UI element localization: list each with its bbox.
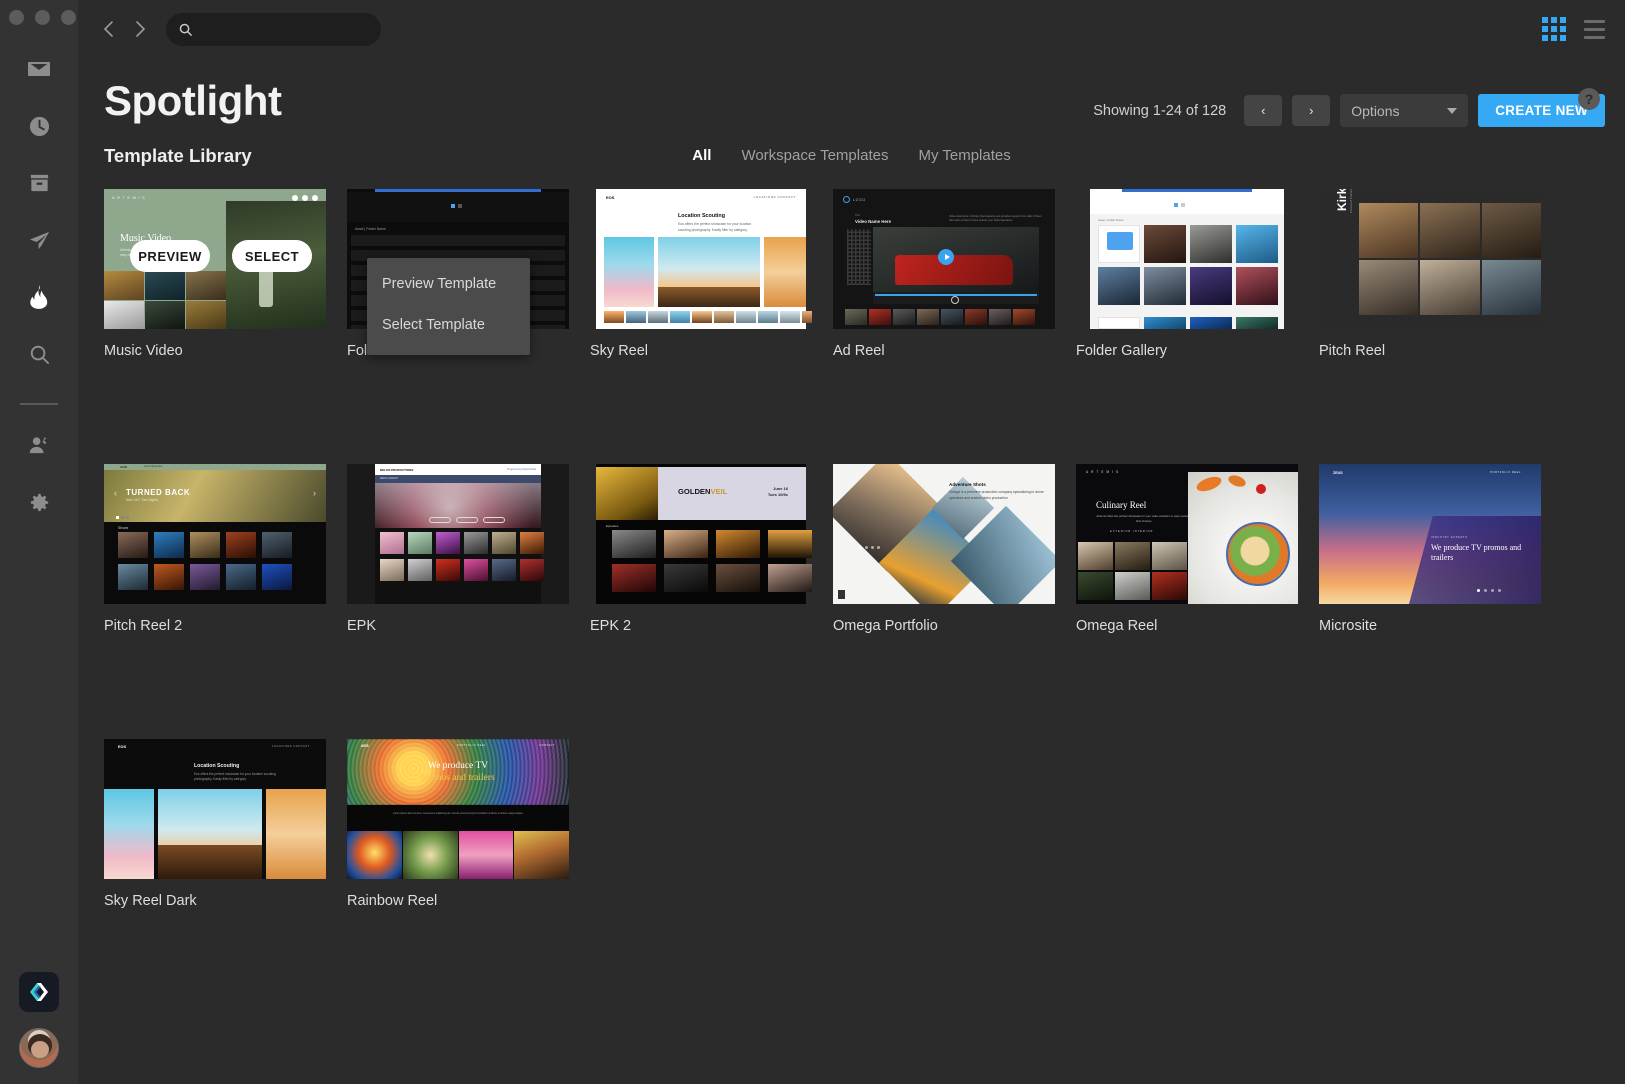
template-name: EPK 2 bbox=[590, 618, 632, 634]
send-icon[interactable] bbox=[19, 220, 59, 260]
header-controls: Showing 1-24 of 128 ‹ › Options CREATE N… bbox=[1093, 80, 1605, 127]
template-card[interactable]: ACIS Home Episodes TURNED BACK New 24/7 … bbox=[104, 464, 347, 739]
template-card[interactable]: LOGO Title Video Name Here Video descrip… bbox=[833, 189, 1076, 464]
page-title: Spotlight bbox=[104, 77, 282, 124]
grid-view-icon[interactable] bbox=[1542, 17, 1566, 41]
template-card[interactable]: Kirk Owens Portrait of Practiced Makers … bbox=[1319, 189, 1562, 464]
window-traffic-lights bbox=[0, 0, 78, 25]
app-window: Spotlight Showing 1-24 of 128 ‹ › Option… bbox=[0, 0, 1625, 1084]
template-name: Music Video bbox=[104, 343, 183, 359]
context-menu-item-select-template[interactable]: Select Template bbox=[382, 317, 530, 333]
rail-bottom-group bbox=[0, 972, 78, 1068]
select-button[interactable]: SELECT bbox=[232, 240, 312, 272]
template-card[interactable]: ZEUS PORTFOLIO REEL INDUSTRY EXPERTS We … bbox=[1319, 464, 1562, 739]
minimize-window-button[interactable] bbox=[35, 10, 50, 25]
search-box[interactable] bbox=[166, 12, 381, 46]
search-icon bbox=[178, 22, 193, 37]
rail-icon-list bbox=[0, 49, 78, 539]
library-title: Template Library bbox=[104, 145, 252, 166]
page-header: Spotlight Showing 1-24 of 128 ‹ › Option… bbox=[78, 58, 1625, 127]
template-name: Pitch Reel bbox=[1319, 343, 1386, 359]
more-dots-icon[interactable] bbox=[292, 195, 318, 201]
template-thumbnail[interactable]: ARTEMIS Culinary Reel Artemis offers the… bbox=[1076, 464, 1298, 604]
chevron-left-icon[interactable] bbox=[96, 16, 120, 42]
context-menu-item-preview-template[interactable]: Preview Template bbox=[382, 276, 530, 292]
help-icon[interactable]: ? bbox=[1578, 88, 1600, 110]
chevron-down-icon bbox=[1447, 107, 1458, 114]
template-thumbnail[interactable]: Asset › Folder Name bbox=[1076, 189, 1298, 329]
template-name: Rainbow Reel bbox=[347, 893, 438, 909]
library-tabs: All Workspace Templates My Templates bbox=[692, 147, 1010, 164]
tab-workspace-templates[interactable]: Workspace Templates bbox=[741, 147, 888, 164]
preview-button[interactable]: PREVIEW bbox=[130, 240, 210, 272]
context-menu[interactable]: Preview Template Select Template bbox=[367, 258, 530, 355]
template-name: Omega Reel bbox=[1076, 618, 1158, 634]
template-name: Sky Reel bbox=[590, 343, 649, 359]
showing-count: Showing 1-24 of 128 bbox=[1093, 102, 1227, 119]
template-thumbnail[interactable]: ARTEMIS Music Video Artemis offers the p… bbox=[104, 189, 326, 329]
archive-icon[interactable] bbox=[19, 163, 59, 203]
template-name: Folder Gallery bbox=[1076, 343, 1168, 359]
template-name: Omega Portfolio bbox=[833, 618, 938, 634]
rail-divider bbox=[20, 403, 58, 405]
template-card[interactable]: ARTEMIS Music Video Artemis offers the p… bbox=[104, 189, 347, 464]
chevron-right-icon[interactable] bbox=[128, 16, 152, 42]
template-thumbnail[interactable]: DELOS PRODUCTIONS Programming Digital Me… bbox=[347, 464, 569, 604]
nav-arrows bbox=[96, 16, 152, 42]
user-avatar[interactable] bbox=[19, 1028, 59, 1068]
close-window-button[interactable] bbox=[9, 10, 24, 25]
template-thumbnail[interactable]: EOS LOCATIONS CONTACT Location Scouting … bbox=[104, 739, 326, 879]
template-thumbnail[interactable]: ZEUS PORTFOLIO REEL INDUSTRY EXPERTS We … bbox=[1319, 464, 1541, 604]
template-name: Ad Reel bbox=[833, 343, 885, 359]
search-icon[interactable] bbox=[19, 334, 59, 374]
main-area: Spotlight Showing 1-24 of 128 ‹ › Option… bbox=[78, 0, 1625, 1084]
template-thumbnail[interactable]: GOLDENVEIL June 16 Tues 10/9c Episodes bbox=[590, 464, 812, 604]
template-name: Microsite bbox=[1319, 618, 1378, 634]
list-view-icon[interactable] bbox=[1584, 19, 1605, 39]
template-thumbnail[interactable]: Adventure Shots Omega is a premiere prod… bbox=[833, 464, 1055, 604]
flame-icon[interactable] bbox=[19, 277, 59, 317]
template-name: EPK bbox=[347, 618, 377, 634]
options-dropdown[interactable]: Options bbox=[1340, 94, 1469, 127]
template-name: Sky Reel Dark bbox=[104, 893, 197, 909]
template-card[interactable]: ARTEMIS Culinary Reel Artemis offers the… bbox=[1076, 464, 1319, 739]
options-label: Options bbox=[1351, 102, 1400, 119]
template-card[interactable]: EOS LOCATIONS CONTACT Location Scouting … bbox=[590, 189, 833, 464]
template-card[interactable]: Asset › Folder Name Folder Gallery bbox=[1076, 189, 1319, 464]
template-grid: ARTEMIS Music Video Artemis offers the p… bbox=[78, 167, 1625, 1014]
template-card[interactable]: Adventure Shots Omega is a premiere prod… bbox=[833, 464, 1076, 739]
tab-my-templates[interactable]: My Templates bbox=[918, 147, 1010, 164]
gear-icon[interactable] bbox=[19, 482, 59, 522]
view-toggles bbox=[1542, 17, 1605, 41]
left-rail bbox=[0, 0, 78, 1084]
template-card[interactable]: ARIS PORTFOLIO REEL CONTACT We produce T… bbox=[347, 739, 590, 1014]
template-card[interactable]: GOLDENVEIL June 16 Tues 10/9c Episodes E… bbox=[590, 464, 833, 739]
template-thumbnail[interactable]: ACIS Home Episodes TURNED BACK New 24/7 … bbox=[104, 464, 326, 604]
library-header: Template Library All Workspace Templates… bbox=[78, 127, 1625, 167]
people-icon[interactable] bbox=[19, 425, 59, 465]
prev-page-button[interactable]: ‹ bbox=[1244, 95, 1283, 126]
template-thumbnail[interactable]: ARIS PORTFOLIO REEL CONTACT We produce T… bbox=[347, 739, 569, 879]
maximize-window-button[interactable] bbox=[61, 10, 76, 25]
search-input[interactable] bbox=[201, 21, 369, 37]
tab-all[interactable]: All bbox=[692, 147, 711, 164]
template-card[interactable]: DELOS PRODUCTIONS Programming Digital Me… bbox=[347, 464, 590, 739]
template-thumbnail[interactable]: EOS LOCATIONS CONTACT Location Scouting … bbox=[590, 189, 812, 329]
next-page-button[interactable]: › bbox=[1292, 95, 1331, 126]
app-logo-icon[interactable] bbox=[19, 972, 59, 1012]
template-thumbnail[interactable]: LOGO Title Video Name Here Video descrip… bbox=[833, 189, 1055, 329]
mail-icon[interactable] bbox=[19, 49, 59, 89]
clock-icon[interactable] bbox=[19, 106, 59, 146]
top-bar bbox=[78, 0, 1625, 58]
template-thumbnail[interactable]: Kirk Owens Portrait of Practiced Makers bbox=[1319, 189, 1541, 329]
template-card[interactable]: EOS LOCATIONS CONTACT Location Scouting … bbox=[104, 739, 347, 1014]
template-name: Pitch Reel 2 bbox=[104, 618, 183, 634]
